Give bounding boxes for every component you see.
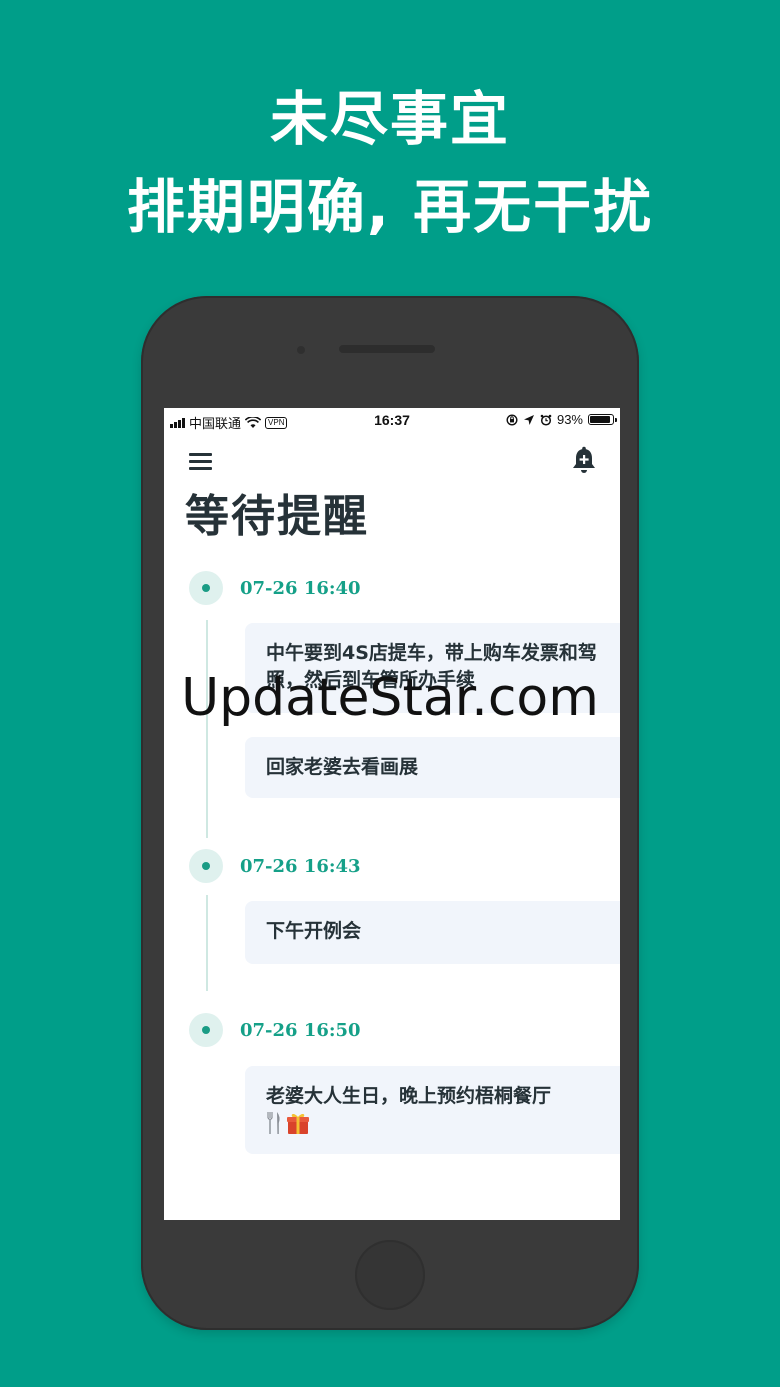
location-arrow-icon — [523, 414, 534, 425]
gift-icon — [287, 1113, 309, 1134]
alarm-clock-icon — [540, 414, 552, 426]
page-title: 等待提醒 — [185, 491, 369, 542]
timeline-connector — [206, 895, 208, 991]
watermark-text: UpdateStar.com — [181, 668, 599, 728]
reminder-text: 下午开例会 — [266, 920, 362, 942]
hamburger-menu-icon[interactable] — [189, 452, 213, 470]
battery-icon — [588, 414, 617, 425]
reminder-time: 07-26 16:40 — [240, 578, 361, 599]
reminder-text: 老婆大人生日，晚上预约梧桐餐厅 — [266, 1085, 552, 1107]
timeline-dot — [189, 849, 223, 883]
reminder-text: 回家老婆去看画展 — [266, 756, 419, 778]
orientation-lock-icon — [506, 413, 518, 426]
phone-frame: 中国联通 VPN 16:37 93% 等待提醒 07-26 16:40 中午要到… — [141, 296, 639, 1330]
fork-knife-icon — [267, 1112, 280, 1134]
promo-headline-line1: 未尽事宜 — [269, 85, 510, 153]
app-screen: 中国联通 VPN 16:37 93% 等待提醒 07-26 16:40 中午要到… — [164, 408, 620, 1220]
status-bar: 中国联通 VPN 16:37 93% — [164, 408, 620, 432]
reminder-time: 07-26 16:43 — [240, 856, 361, 877]
timeline-connector — [206, 620, 208, 838]
reminder-time: 07-26 16:50 — [240, 1020, 361, 1041]
promo-headline-line2: 排期明确, 再无干扰 — [126, 173, 654, 241]
reminder-card[interactable]: 老婆大人生日，晚上预约梧桐餐厅 — [245, 1066, 620, 1154]
reminder-card[interactable]: 下午开例会 — [245, 901, 620, 964]
front-camera — [297, 346, 305, 354]
bell-plus-icon[interactable] — [570, 446, 598, 476]
battery-percent: 93% — [556, 412, 583, 427]
earpiece-speaker — [339, 345, 435, 353]
home-button[interactable] — [355, 1240, 425, 1310]
reminder-card[interactable]: 回家老婆去看画展 — [245, 737, 620, 798]
timeline-dot — [189, 571, 223, 605]
timeline-dot — [189, 1013, 223, 1047]
